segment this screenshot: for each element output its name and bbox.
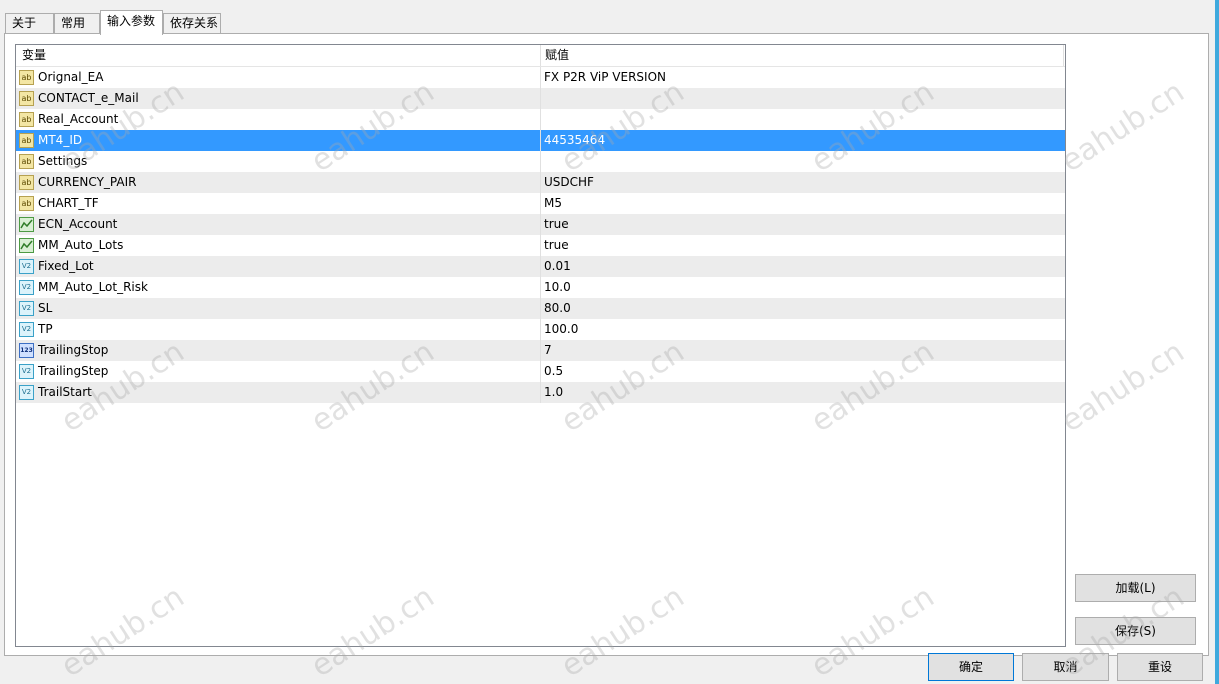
column-header-spacer — [1063, 45, 1065, 66]
tab-about[interactable]: 关于 — [5, 13, 54, 33]
value-cell[interactable] — [540, 88, 1065, 109]
string-type-icon: ab — [19, 91, 34, 106]
double-type-icon: V2 — [19, 385, 34, 400]
variable-name-label: TrailingStep — [38, 364, 109, 378]
variable-name-cell: MM_Auto_Lots — [16, 235, 540, 256]
value-cell[interactable]: 7 — [540, 340, 1065, 361]
double-type-icon: V2 — [19, 364, 34, 379]
load-button[interactable]: 加载(L) — [1075, 574, 1196, 602]
cancel-button[interactable]: 取消 — [1022, 653, 1109, 681]
double-type-icon: V2 — [19, 280, 34, 295]
variable-name-label: TP — [38, 322, 53, 336]
string-type-icon: ab — [19, 196, 34, 211]
tab-dependencies[interactable]: 依存关系 — [163, 13, 221, 33]
table-row[interactable]: V2 TrailStart 1.0 — [16, 382, 1065, 403]
variable-name-cell: ab CHART_TF — [16, 193, 540, 214]
table-row[interactable]: V2 Fixed_Lot 0.01 — [16, 256, 1065, 277]
variable-name-label: MT4_ID — [38, 133, 83, 147]
variable-name-label: TrailingStop — [38, 343, 109, 357]
inputs-grid[interactable]: 变量 赋值 ab Orignal_EA FX P2R ViP VERSION ab CO… — [15, 44, 1066, 647]
bool-type-icon — [19, 238, 34, 253]
variable-name-label: Fixed_Lot — [38, 259, 94, 273]
table-row[interactable]: V2 TrailingStep 0.5 — [16, 361, 1065, 382]
table-row[interactable]: ECN_Account true — [16, 214, 1065, 235]
bool-type-icon — [19, 217, 34, 232]
window-border-accent — [1215, 0, 1219, 684]
value-cell[interactable]: 80.0 — [540, 298, 1065, 319]
variable-name-label: ECN_Account — [38, 217, 118, 231]
variable-name-label: CURRENCY_PAIR — [38, 175, 137, 189]
value-cell[interactable] — [540, 151, 1065, 172]
table-row[interactable]: ab CHART_TF M5 — [16, 193, 1065, 214]
variable-name-cell: ECN_Account — [16, 214, 540, 235]
ok-button[interactable]: 确定 — [928, 653, 1014, 681]
value-cell[interactable]: M5 — [540, 193, 1065, 214]
variable-name-cell: ab Settings — [16, 151, 540, 172]
save-button[interactable]: 保存(S) — [1075, 617, 1196, 645]
tab-common[interactable]: 常用 — [54, 13, 100, 33]
column-header-value[interactable]: 赋值 — [540, 45, 1065, 66]
reset-button[interactable]: 重设 — [1117, 653, 1203, 681]
value-cell[interactable]: true — [540, 235, 1065, 256]
table-row[interactable]: ab CURRENCY_PAIR USDCHF — [16, 172, 1065, 193]
variable-name-label: SL — [38, 301, 53, 315]
value-cell[interactable]: FX P2R ViP VERSION — [540, 67, 1065, 88]
variable-name-label: Orignal_EA — [38, 70, 104, 84]
variable-name-cell: V2 Fixed_Lot — [16, 256, 540, 277]
tab-bar: 关于 常用 输入参数 依存关系 — [4, 10, 1209, 35]
int-type-icon: 123 — [19, 343, 34, 358]
value-cell[interactable]: 44535464 — [540, 130, 1065, 151]
value-cell[interactable]: true — [540, 214, 1065, 235]
variable-name-label: MM_Auto_Lot_Risk — [38, 280, 148, 294]
grid-header: 变量 赋值 — [16, 45, 1065, 67]
table-row[interactable]: V2 SL 80.0 — [16, 298, 1065, 319]
variable-name-cell: V2 SL — [16, 298, 540, 319]
variable-name-cell: V2 TP — [16, 319, 540, 340]
variable-name-cell: 123 TrailingStop — [16, 340, 540, 361]
variable-name-label: MM_Auto_Lots — [38, 238, 124, 252]
table-row[interactable]: 123 TrailingStop 7 — [16, 340, 1065, 361]
variable-name-label: Real_Account — [38, 112, 119, 126]
value-cell[interactable]: 0.01 — [540, 256, 1065, 277]
value-cell[interactable]: 10.0 — [540, 277, 1065, 298]
tab-inputs[interactable]: 输入参数 — [100, 10, 163, 35]
value-cell[interactable]: 100.0 — [540, 319, 1065, 340]
table-row[interactable]: V2 MM_Auto_Lot_Risk 10.0 — [16, 277, 1065, 298]
variable-name-cell: V2 TrailStart — [16, 382, 540, 403]
table-row[interactable]: ab Orignal_EA FX P2R ViP VERSION — [16, 67, 1065, 88]
table-row[interactable]: ab MT4_ID 44535464 — [16, 130, 1065, 151]
table-row[interactable]: V2 TP 100.0 — [16, 319, 1065, 340]
value-cell[interactable]: USDCHF — [540, 172, 1065, 193]
variable-name-label: TrailStart — [38, 385, 92, 399]
value-cell[interactable] — [540, 109, 1065, 130]
table-row[interactable]: ab CONTACT_e_Mail — [16, 88, 1065, 109]
variable-name-cell: ab Real_Account — [16, 109, 540, 130]
string-type-icon: ab — [19, 175, 34, 190]
string-type-icon: ab — [19, 154, 34, 169]
double-type-icon: V2 — [19, 322, 34, 337]
string-type-icon: ab — [19, 133, 34, 148]
variable-name-label: Settings — [38, 154, 88, 168]
table-row[interactable]: ab Settings — [16, 151, 1065, 172]
value-cell[interactable]: 0.5 — [540, 361, 1065, 382]
string-type-icon: ab — [19, 70, 34, 85]
variable-name-label: CHART_TF — [38, 196, 99, 210]
variable-name-cell: ab CURRENCY_PAIR — [16, 172, 540, 193]
table-row[interactable]: ab Real_Account — [16, 109, 1065, 130]
variable-name-cell: V2 MM_Auto_Lot_Risk — [16, 277, 540, 298]
variable-name-cell: ab CONTACT_e_Mail — [16, 88, 540, 109]
column-header-variable[interactable]: 变量 — [16, 45, 540, 66]
variable-name-cell: V2 TrailingStep — [16, 361, 540, 382]
variable-name-cell: ab Orignal_EA — [16, 67, 540, 88]
double-type-icon: V2 — [19, 259, 34, 274]
string-type-icon: ab — [19, 112, 34, 127]
value-cell[interactable]: 1.0 — [540, 382, 1065, 403]
variable-name-label: CONTACT_e_Mail — [38, 91, 139, 105]
double-type-icon: V2 — [19, 301, 34, 316]
table-row[interactable]: MM_Auto_Lots true — [16, 235, 1065, 256]
variable-name-cell: ab MT4_ID — [16, 130, 540, 151]
